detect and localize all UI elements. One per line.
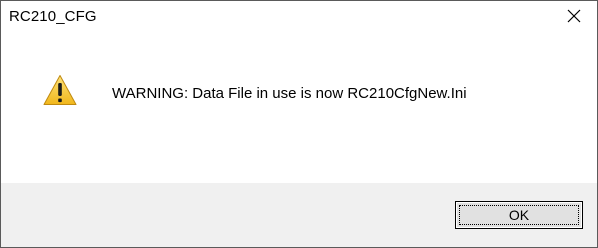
- ok-button[interactable]: OK: [455, 201, 583, 229]
- close-icon: [567, 9, 581, 23]
- close-button[interactable]: [551, 1, 597, 31]
- dialog-content: [1, 31, 597, 181]
- title-bar[interactable]: RC210_CFG: [1, 1, 597, 31]
- message-dialog: RC210_CFG WARNING: Data File in use is n…: [0, 0, 598, 248]
- window-title: RC210_CFG: [9, 8, 97, 25]
- ok-button-label: OK: [508, 207, 530, 223]
- warning-message: WARNING: Data File in use is now RC210Cf…: [112, 85, 467, 102]
- warning-icon: [43, 75, 77, 105]
